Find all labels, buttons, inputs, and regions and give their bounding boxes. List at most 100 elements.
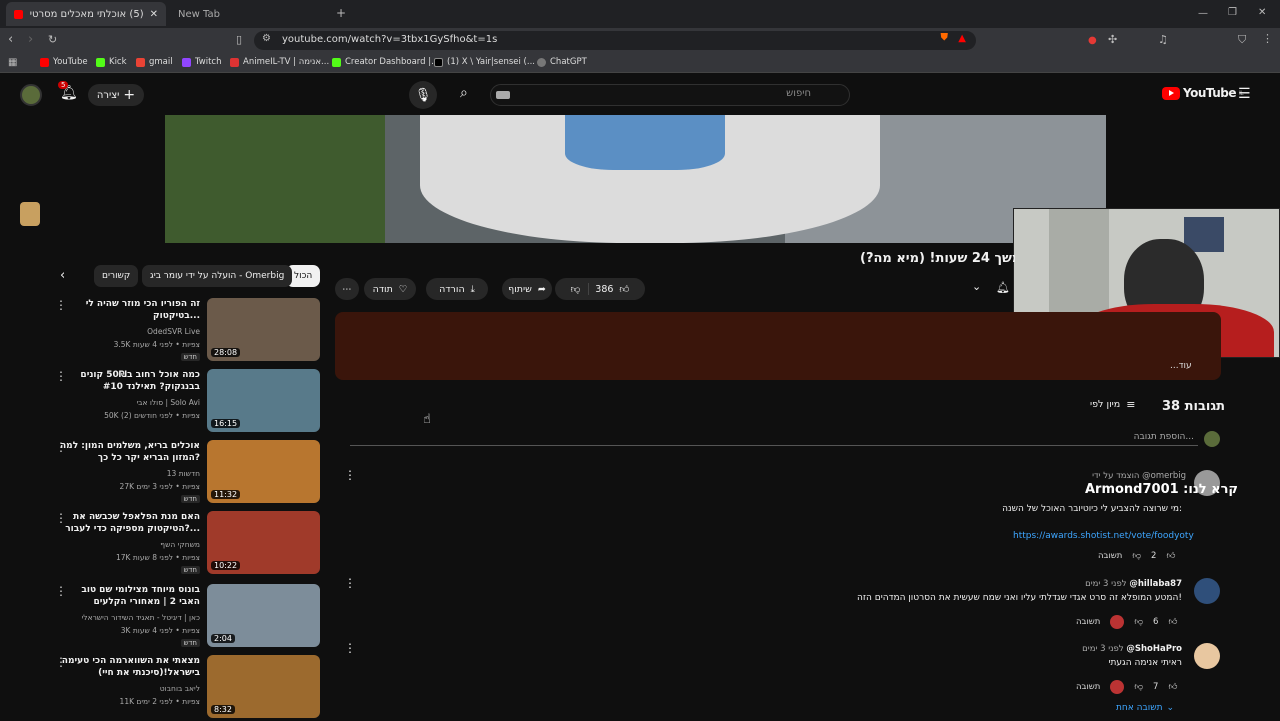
chip-related[interactable]: קשורים: [94, 265, 139, 287]
share-button[interactable]: שיתוף ➦: [502, 278, 552, 300]
site-info-icon[interactable]: ⚙: [262, 33, 271, 44]
dislike-icon[interactable]: 👎︎: [1132, 551, 1141, 561]
recommendation-card[interactable]: 16:15 כמה אוכל רחוב ב50₪ קונים בבנגקוק? ת…: [55, 369, 320, 435]
bookmark-twitch[interactable]: Twitch: [182, 57, 222, 67]
recommendation-card[interactable]: 2:04 בונוס מיוחד מצילומי שם טוב האבי 2 | …: [55, 584, 320, 650]
brave-rewards-icon[interactable]: ▲: [958, 33, 966, 44]
reply-button[interactable]: תשובה: [1076, 682, 1100, 692]
more-actions-button[interactable]: ⋯: [335, 278, 359, 300]
recommendation-channel[interactable]: OdedSVR Live: [50, 326, 200, 337]
recommendation-card[interactable]: 10:22 האם מנת הפלאפל שכבשה את הטיקטוק מספ…: [55, 511, 320, 577]
bookmark-chatgpt[interactable]: ChatGPT: [537, 57, 587, 67]
comment-link[interactable]: https://awards.shotist.net/vote/foodyoty: [1013, 531, 1194, 541]
chips-scroll-left-icon[interactable]: ‹: [60, 268, 65, 283]
new-tab-button[interactable]: +: [336, 6, 346, 20]
recommendation-card[interactable]: 8:32 מצאתי את השווארמה הכי טעימה בישראל!(…: [55, 655, 320, 721]
thanks-button[interactable]: תודה ♡: [364, 278, 416, 300]
minimize-icon[interactable]: —: [1198, 7, 1208, 20]
dislike-icon[interactable]: 👎︎: [1134, 617, 1143, 627]
dislike-icon[interactable]: 👎︎: [571, 283, 590, 295]
brave-shield-icon[interactable]: ⛊: [941, 32, 949, 43]
media-icon[interactable]: ♫: [1158, 33, 1168, 46]
video-thumbnail[interactable]: 16:15: [207, 369, 320, 432]
account-avatar[interactable]: [20, 84, 42, 106]
recommendation-menu-icon[interactable]: ⋮: [55, 584, 67, 598]
description-box[interactable]: [335, 312, 1221, 380]
hamburger-menu-icon[interactable]: ☰: [1238, 86, 1251, 102]
download-button[interactable]: הורדה ⤓: [426, 278, 488, 300]
menu-dots-icon[interactable]: ⋮: [1262, 32, 1273, 45]
recommendation-title[interactable]: כמה אוכל רחוב ב50₪ קונים בבנגקוק? תאילנד…: [60, 369, 200, 393]
bookmark-animeil[interactable]: AnimeIL-TV | אנימה...: [230, 57, 329, 67]
comment-author[interactable]: @hillaba87: [1129, 579, 1182, 589]
comment-avatar[interactable]: [1194, 578, 1220, 604]
comment-avatar[interactable]: [1194, 643, 1220, 669]
reply-button[interactable]: תשובה: [1098, 551, 1122, 561]
recommendation-menu-icon[interactable]: ⋮: [55, 655, 67, 669]
bookmark-gmail[interactable]: gmail: [136, 57, 173, 67]
like-icon[interactable]: 👍︎: [1168, 682, 1177, 692]
recommendation-channel[interactable]: חדשות 13: [50, 468, 200, 479]
dislike-icon[interactable]: 👎︎: [1134, 682, 1143, 692]
maximize-icon[interactable]: ❐: [1228, 6, 1237, 19]
reply-button[interactable]: תשובה: [1076, 617, 1100, 627]
search-icon[interactable]: ⌕: [460, 85, 468, 101]
notifications-bell-icon[interactable]: 🔔︎ 5: [58, 81, 78, 101]
apps-grid-icon[interactable]: ▦: [8, 56, 17, 69]
video-thumbnail[interactable]: 11:32: [207, 440, 320, 503]
comment-menu-icon[interactable]: ⋮: [344, 576, 356, 590]
video-thumbnail[interactable]: 28:08: [207, 298, 320, 361]
search-input[interactable]: חיפוש: [490, 84, 850, 106]
recommendation-menu-icon[interactable]: ⋮: [55, 298, 67, 312]
video-thumbnail[interactable]: 2:04: [207, 584, 320, 647]
tab-active[interactable]: (5) אוכלתי מאכלים מסרטים של ה ✕: [6, 2, 166, 26]
recommendation-title[interactable]: זה הפוריו הכי מוזר שהיה לי בטיקטוק...: [60, 298, 200, 322]
recommendation-title[interactable]: בונוס מיוחד מצילומי שם טוב האבי 2 | מאחו…: [60, 584, 200, 608]
recommendation-title[interactable]: מצאתי את השווארמה הכי טעימה בישראל!(סיכנ…: [60, 655, 200, 679]
close-tab-icon[interactable]: ✕: [150, 9, 158, 20]
video-thumbnail[interactable]: 8:32: [207, 655, 320, 718]
bookmark-kick[interactable]: Kick: [96, 57, 127, 67]
recommendation-channel[interactable]: סולו אבי | Solo Avi: [50, 397, 200, 408]
recommendation-card[interactable]: 28:08 זה הפוריו הכי מוזר שהיה לי בטיקטוק.…: [55, 298, 320, 364]
recommendation-title[interactable]: אוכלים בריא, משלמים המון: למה המזון הברי…: [60, 440, 200, 464]
recommendation-channel[interactable]: משחקי השף: [50, 539, 200, 550]
recommendation-menu-icon[interactable]: ⋮: [55, 511, 67, 525]
video-thumbnail[interactable]: 10:22: [207, 511, 320, 574]
comment-menu-icon[interactable]: ⋮: [344, 641, 356, 655]
bookmark-x[interactable]: (1) X \ Yair|sensei (...: [434, 57, 535, 67]
comment-menu-icon[interactable]: ⋮: [344, 468, 356, 482]
tab-new[interactable]: New Tab: [170, 2, 330, 26]
recommendation-channel[interactable]: כאן | דיגיטל - תאגיד השידור הישראלי: [50, 612, 200, 623]
add-comment-input[interactable]: הוספת תגובה...: [350, 432, 1198, 446]
back-icon[interactable]: ‹: [8, 33, 13, 46]
comment-author[interactable]: @ShoHaPro: [1126, 644, 1182, 654]
like-icon[interactable]: 👍︎: [619, 283, 629, 295]
recommendation-card[interactable]: 11:32 אוכלים בריא, משלמים המון: למה המזון…: [55, 440, 320, 506]
recommendation-title[interactable]: האם מנת הפלאפל שכבשה את הטיקטוק מספיקה כ…: [60, 511, 200, 535]
shield-icon[interactable]: ⛉: [1238, 33, 1246, 46]
extension-record-icon[interactable]: ●: [1088, 34, 1097, 47]
sort-by-button[interactable]: מיון לפי ≡: [1090, 398, 1135, 411]
bookmark-youtube[interactable]: YouTube: [40, 57, 88, 67]
voice-search-button[interactable]: 🎙︎: [409, 81, 437, 109]
view-replies-button[interactable]: תשובה אחת ⌄: [1116, 703, 1174, 713]
subscribe-chevron-down-icon[interactable]: ⌄: [972, 280, 981, 293]
forward-icon[interactable]: ›: [28, 33, 33, 46]
bookmark-creator-dashboard[interactable]: Creator Dashboard |...: [332, 57, 439, 67]
description-more-link[interactable]: ...עוד: [1170, 361, 1192, 371]
like-icon[interactable]: 👍︎: [1168, 617, 1177, 627]
extensions-icon[interactable]: ✣: [1108, 33, 1117, 46]
youtube-logo[interactable]: YouTube IL: [1162, 86, 1244, 100]
keyboard-icon[interactable]: [496, 91, 510, 99]
recommendation-channel[interactable]: ליאב בוחבוט: [50, 683, 200, 694]
create-button[interactable]: יצירה +: [88, 84, 144, 106]
recommendation-menu-icon[interactable]: ⋮: [55, 369, 67, 383]
video-player[interactable]: [165, 115, 1106, 243]
bookmark-page-icon[interactable]: ▯: [236, 33, 242, 46]
close-window-icon[interactable]: ✕: [1258, 6, 1266, 19]
recommendation-menu-icon[interactable]: ⋮: [55, 440, 67, 454]
like-icon[interactable]: 👍︎: [1166, 551, 1175, 561]
subscribe-bell-icon[interactable]: 🔔︎: [996, 281, 1010, 294]
address-bar[interactable]: ⚙ youtube.com/watch?v=3tbx1GySfho&t=1s ▲…: [254, 31, 976, 50]
